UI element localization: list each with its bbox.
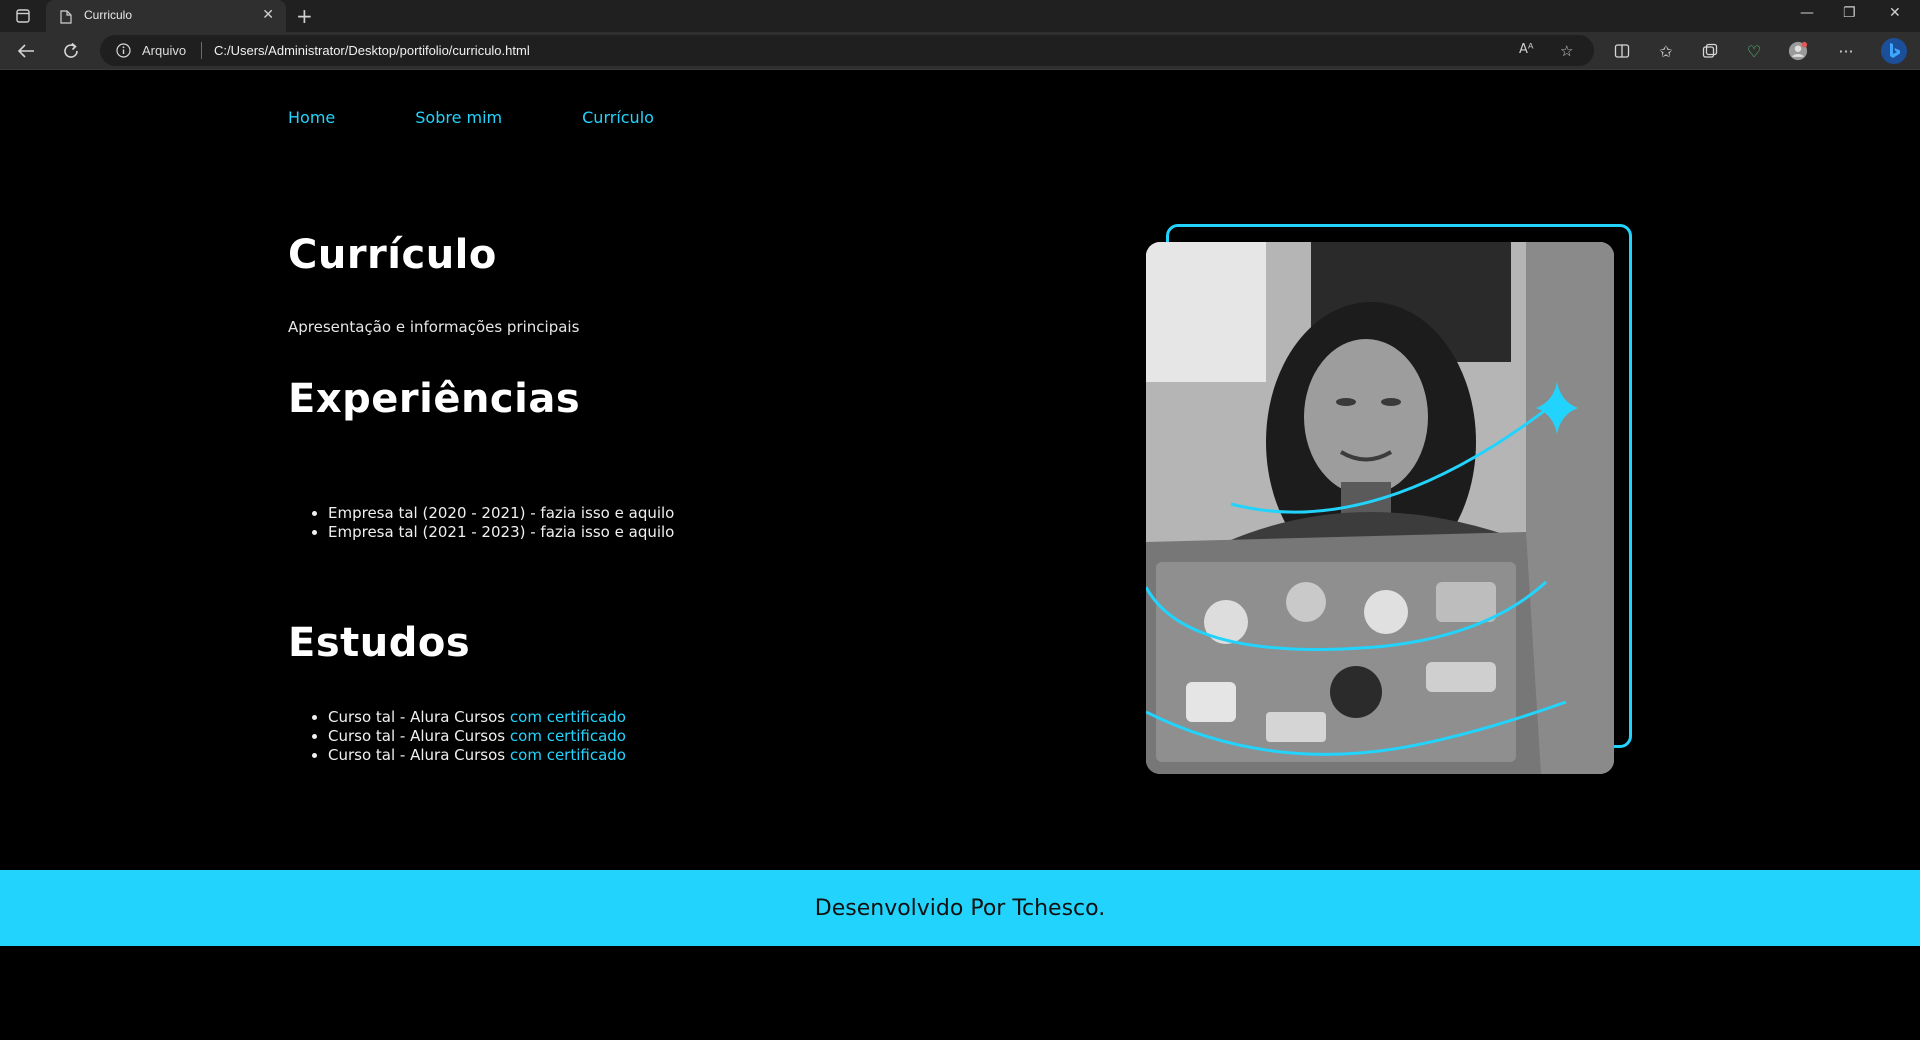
profile-icon[interactable] <box>1788 41 1808 61</box>
back-icon[interactable] <box>16 41 36 61</box>
course-text: Curso tal - Alura Cursos <box>328 727 510 745</box>
more-icon[interactable]: ··· <box>1836 41 1856 61</box>
list-item: Curso tal - Alura Cursos com certificado <box>328 727 626 746</box>
address-bar[interactable]: Arquivo C:/Users/Administrator/Desktop/p… <box>100 35 1594 66</box>
page-subtitle: Apresentação e informações principais <box>288 318 580 336</box>
studies-heading: Estudos <box>288 620 471 666</box>
refresh-icon[interactable] <box>61 41 81 61</box>
certificate-link[interactable]: com certificado <box>510 746 626 764</box>
health-icon[interactable]: ♡ <box>1744 41 1764 61</box>
course-text: Curso tal - Alura Cursos <box>328 708 510 726</box>
split-screen-icon[interactable] <box>1612 41 1632 61</box>
minimize-icon[interactable]: — <box>1800 5 1814 21</box>
profile-photo <box>1146 242 1614 774</box>
footer-text: Desenvolvido Por Tchesco. <box>814 895 1106 921</box>
restore-icon[interactable]: ❐ <box>1843 5 1856 21</box>
experiences-heading: Experiências <box>288 376 581 422</box>
list-item: Curso tal - Alura Cursos com certificado <box>328 708 626 727</box>
url-text[interactable]: C:/Users/Administrator/Desktop/portifoli… <box>214 43 530 58</box>
collections-icon[interactable] <box>1700 41 1720 61</box>
certificate-link[interactable]: com certificado <box>510 708 626 726</box>
favorites-icon[interactable]: ✩ <box>1656 41 1676 61</box>
nav-resume-link[interactable]: Currículo <box>582 108 654 127</box>
page-icon <box>60 9 72 28</box>
main-nav: Home Sobre mim Currículo <box>288 108 654 127</box>
browser-toolbar: Arquivo C:/Users/Administrator/Desktop/p… <box>0 32 1920 70</box>
close-icon[interactable]: ✕ <box>262 7 274 23</box>
list-item: Empresa tal (2021 - 2023) - fazia isso e… <box>328 523 674 542</box>
bing-icon[interactable] <box>1880 37 1908 65</box>
divider <box>201 42 202 59</box>
close-icon[interactable]: ✕ <box>1889 5 1901 21</box>
plus-icon[interactable]: + <box>296 4 313 28</box>
favorite-icon[interactable]: ☆ <box>1560 42 1573 60</box>
site-label: Arquivo <box>142 43 187 58</box>
read-aloud-icon[interactable]: Aᴬ <box>1519 42 1534 57</box>
info-icon[interactable] <box>116 43 131 62</box>
course-text: Curso tal - Alura Cursos <box>328 746 510 764</box>
tab-actions-icon[interactable] <box>12 6 34 26</box>
footer: Desenvolvido Por Tchesco. <box>0 870 1920 946</box>
nav-about-link[interactable]: Sobre mim <box>415 108 502 127</box>
certificate-link[interactable]: com certificado <box>510 727 626 745</box>
studies-list: Curso tal - Alura Cursos com certificado… <box>328 708 626 765</box>
nav-home-link[interactable]: Home <box>288 108 335 127</box>
page-title: Currículo <box>288 232 497 278</box>
list-item: Curso tal - Alura Cursos com certificado <box>328 746 626 765</box>
experiences-list: Empresa tal (2020 - 2021) - fazia isso e… <box>328 504 674 542</box>
tab-title: Curriculo <box>84 8 133 22</box>
browser-tab[interactable]: Curriculo ✕ <box>46 0 286 32</box>
browser-tab-bar: Curriculo ✕ + — ❐ ✕ <box>0 0 1920 32</box>
list-item: Empresa tal (2020 - 2021) - fazia isso e… <box>328 504 674 523</box>
